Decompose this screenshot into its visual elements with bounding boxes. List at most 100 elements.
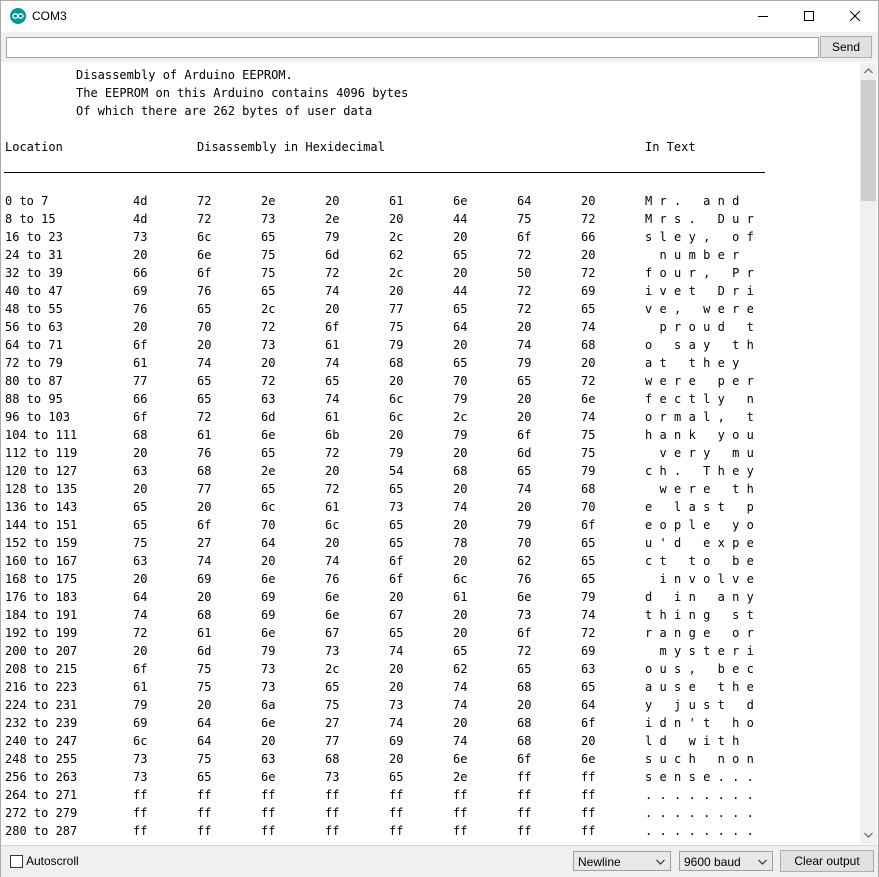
scroll-up-button[interactable] [860,63,877,80]
table-row: 216 to 223 61 75 73 65 20 74 68 65 ause the [4,678,860,696]
hex-byte: 63 [133,554,148,568]
hex-byte: 73 [133,230,148,244]
clear-output-button[interactable]: Clear output [780,850,874,872]
hex-byte: 69 [133,716,148,730]
hex-byte: 70 [261,518,276,532]
hex-byte: 74 [453,680,468,694]
row-location: 104 to 111 [5,428,78,442]
row-location: 112 to 119 [5,446,78,460]
hex-byte: 73 [261,212,276,226]
row-location: 128 to 135 [5,482,78,496]
header-line: The EEPROM on this Arduino contains 4096… [76,86,409,100]
hex-byte: ff [197,824,212,838]
hex-byte: 77 [325,734,340,748]
row-text: proud t [645,320,762,334]
hex-byte: 20 [325,536,340,550]
hex-byte: 69 [581,284,596,298]
row-location: 64 to 71 [5,338,63,352]
hex-byte: 6f [133,338,148,352]
hex-byte: 6c [453,572,468,586]
hex-byte: 2e [261,464,276,478]
table-row: 72 to 79 61 74 20 74 68 65 79 20 at they [4,354,860,372]
hex-byte: ff [581,806,596,820]
hex-byte: 6d [197,644,212,658]
hex-byte: 72 [261,320,276,334]
hex-byte: 61 [133,680,148,694]
hex-byte: 6e [261,428,276,442]
row-location: 240 to 247 [5,734,78,748]
hex-byte: 69 [197,572,212,586]
hex-byte: 20 [133,572,148,586]
table-row: 232 to 239 69 64 6e 27 74 20 68 6f idn't ho [4,714,860,732]
hex-byte: 72 [581,626,596,640]
hex-byte: 74 [133,608,148,622]
hex-byte: ff [133,806,148,820]
close-button[interactable] [832,1,878,31]
hex-byte: 20 [453,230,468,244]
hex-byte: 6d [325,248,340,262]
vertical-scrollbar[interactable] [860,63,877,844]
hex-byte: 20 [197,338,212,352]
row-text: four, Pr [645,266,762,280]
row-location: 192 to 199 [5,626,78,640]
hex-byte: 74 [197,554,212,568]
scroll-down-button[interactable] [860,827,877,844]
scrollbar-thumb[interactable] [861,80,876,201]
hex-byte: 73 [389,500,404,514]
line-ending-select[interactable]: Newline [573,851,671,871]
hex-byte: 68 [325,752,340,766]
row-location: 24 to 31 [5,248,63,262]
hex-byte: 79 [517,356,532,370]
autoscroll-checkbox[interactable] [10,855,23,868]
hex-byte: 6f [581,518,596,532]
hex-byte: 75 [197,662,212,676]
hex-byte: 64 [261,536,276,550]
hex-byte: 20 [133,320,148,334]
hex-byte: 2c [261,302,276,316]
row-text: such non [645,752,762,766]
hex-byte: 20 [261,554,276,568]
hex-byte: 6e [325,590,340,604]
serial-input[interactable] [6,37,819,58]
hex-byte: 20 [581,356,596,370]
hex-byte: 72 [517,644,532,658]
row-text: sley, of [645,230,762,244]
title-bar: COM3 [1,1,878,31]
hex-byte: 74 [325,284,340,298]
minimize-button[interactable] [740,1,786,31]
hex-byte: 6c [389,392,404,406]
hex-byte: 68 [133,428,148,442]
row-location: 40 to 47 [5,284,63,298]
hex-byte: 65 [453,356,468,370]
row-text: were th [645,482,762,496]
hex-byte: 20 [133,446,148,460]
hex-byte: 69 [133,284,148,298]
hex-byte: 6f [517,626,532,640]
autoscroll-label: Autoscroll [26,854,79,868]
hex-byte: 6e [197,248,212,262]
table-row: 224 to 231 79 20 6a 75 73 74 20 64 y just d [4,696,860,714]
table-row: 88 to 95 66 65 63 74 6c 79 20 6e fectly n [4,390,860,408]
maximize-button[interactable] [786,1,832,31]
hex-byte: 20 [389,680,404,694]
row-text: thing st [645,608,762,622]
hex-byte: 79 [133,698,148,712]
hex-byte: ff [389,824,404,838]
hex-byte: 61 [133,356,148,370]
row-location: 216 to 223 [5,680,78,694]
hex-byte: 6e [261,770,276,784]
table-row: 168 to 175 20 69 6e 76 6f 6c 76 65 involve [4,570,860,588]
line-ending-value: Newline [578,855,621,869]
serial-output[interactable]: Disassembly of Arduino EEPROM. The EEPRO… [4,63,860,844]
hex-byte: 20 [197,500,212,514]
hex-byte: 65 [453,644,468,658]
row-location: 280 to 287 [5,824,78,838]
hex-byte: 79 [581,590,596,604]
hex-byte: 27 [325,716,340,730]
hex-byte: 20 [453,482,468,496]
send-button[interactable]: Send [820,36,872,58]
baud-rate-select[interactable]: 9600 baud [679,851,773,871]
hex-byte: 65 [325,680,340,694]
hex-byte: 2e [261,194,276,208]
hex-byte: 4d [133,212,148,226]
